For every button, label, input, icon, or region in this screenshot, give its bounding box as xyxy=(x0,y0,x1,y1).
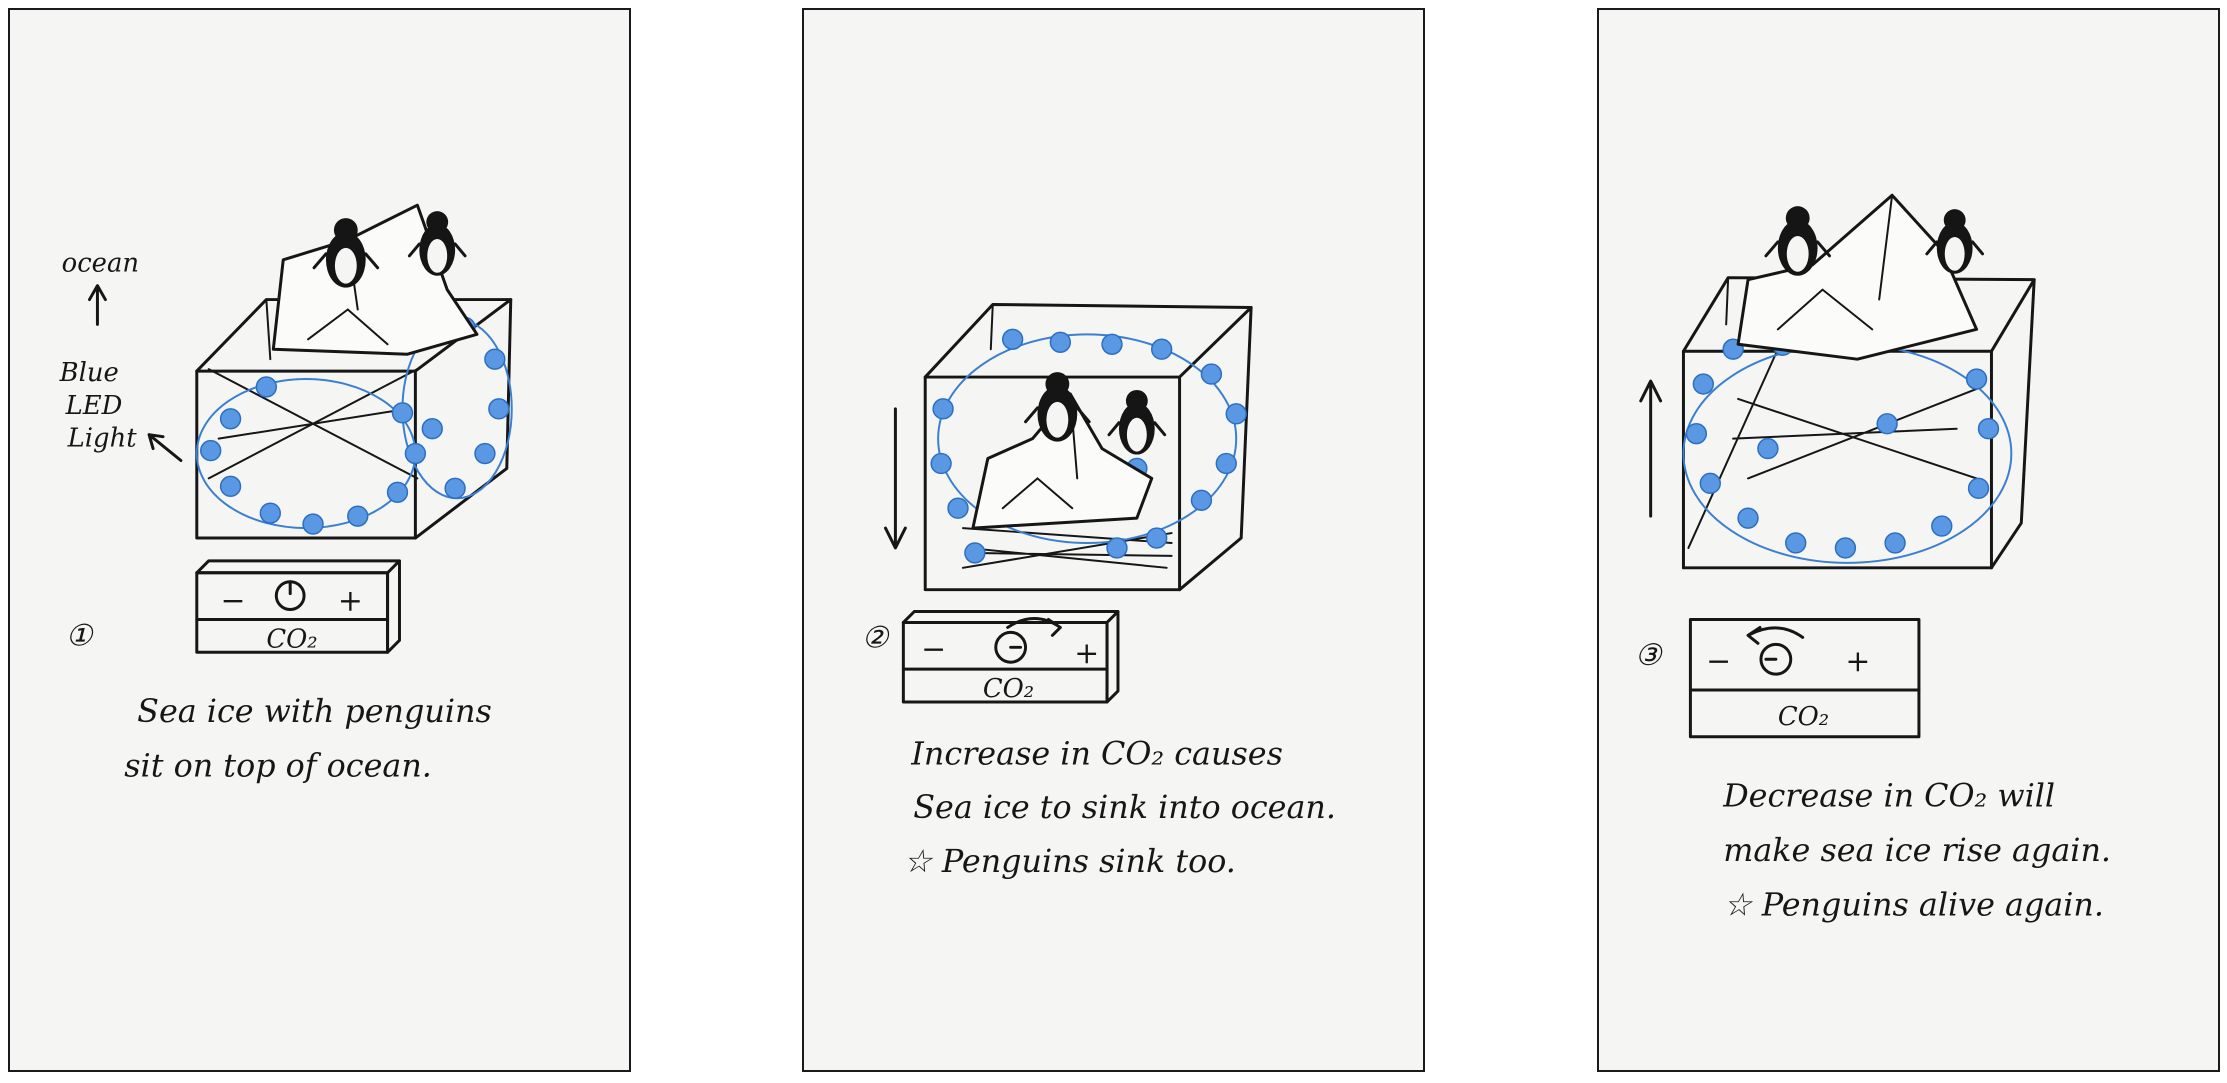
penguin-icon xyxy=(1107,389,1167,455)
co2-control: − + CO₂ xyxy=(1688,617,1921,739)
counterclockwise-arrow-icon xyxy=(1746,625,1805,645)
co2-minus-label: − xyxy=(221,584,246,619)
blue-label: Blue xyxy=(59,358,119,388)
caption-line-3: ☆ Penguins sink too. xyxy=(903,843,1236,880)
co2-label: CO₂ xyxy=(266,624,317,654)
panel-2-sketch: − + CO₂ ② Increase in CO₂ causes Sea ice… xyxy=(862,303,1336,880)
ocean-up-arrow-icon xyxy=(87,284,107,326)
co2-minus-label: − xyxy=(921,632,946,667)
co2-plus-label: + xyxy=(1074,636,1099,671)
caption-line-1: Decrease in CO₂ will xyxy=(1722,777,2055,814)
up-arrow-icon xyxy=(1639,379,1663,518)
sea-ice xyxy=(1736,193,1979,361)
step-number: ① xyxy=(66,618,94,653)
co2-label: CO₂ xyxy=(1778,702,1829,732)
co2-label: CO₂ xyxy=(983,674,1034,704)
caption-line-1: Sea ice with penguins xyxy=(137,693,492,730)
co2-control: − + CO₂ xyxy=(901,610,1120,704)
led-label: LED xyxy=(65,391,123,421)
co2-plus-label: + xyxy=(1845,644,1870,679)
caption-line-2: make sea ice rise again. xyxy=(1723,832,2111,869)
co2-minus-label: − xyxy=(1706,644,1731,679)
storyboard-panel-3: − + CO₂ ③ Decrease in CO₂ will make sea … xyxy=(1597,8,2220,1072)
step-number: ③ xyxy=(1635,638,1663,673)
ocean-label: ocean xyxy=(62,249,139,279)
light-label: Light xyxy=(67,424,138,454)
led-pointer-arrow-icon xyxy=(147,433,183,463)
down-arrow-icon xyxy=(883,407,907,550)
caption-line-2: Sea ice to sink into ocean. xyxy=(913,789,1336,826)
panel-1-sketch: ocean Blue LED Light − + CO₂ ① Sea ice w… xyxy=(59,203,513,784)
step-number: ② xyxy=(862,620,890,655)
storyboard-panel-1: ocean Blue LED Light − + CO₂ ① Sea ice w… xyxy=(8,8,631,1072)
caption-line-1: Increase in CO₂ causes xyxy=(910,736,1283,773)
caption-line-3: ☆ Penguins alive again. xyxy=(1723,887,2104,924)
caption-line-2: sit on top of ocean. xyxy=(124,747,432,784)
panel-3-sketch: − + CO₂ ③ Decrease in CO₂ will make sea … xyxy=(1635,193,2111,924)
storyboard-panel-2: − + CO₂ ② Increase in CO₂ causes Sea ice… xyxy=(802,8,1425,1072)
co2-control: − + CO₂ xyxy=(195,559,401,654)
co2-plus-label: + xyxy=(338,584,363,619)
